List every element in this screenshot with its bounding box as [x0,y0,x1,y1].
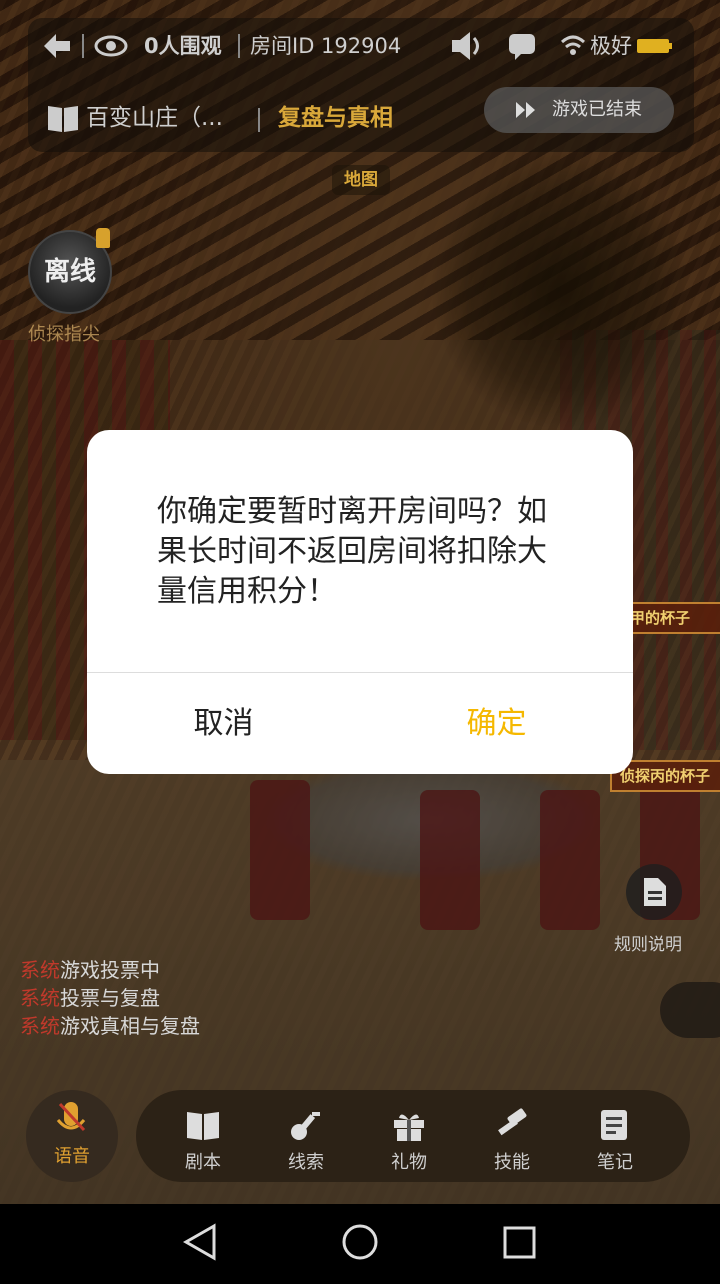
gift-icon [394,1114,424,1141]
game-status-label: 游戏已结束 [552,99,642,120]
toolbar-label: 剧本 [185,1152,221,1173]
log-line: 系统游戏投票中 [20,956,200,984]
battery-icon [636,18,674,95]
rules-button[interactable] [626,864,682,920]
toolbar-label: 技能 [494,1152,530,1173]
book-icon [46,88,80,171]
toolbar-script[interactable]: 剧本 [158,1090,248,1182]
hammer-icon [498,1108,527,1136]
book-icon [187,1112,219,1140]
dialog-message: 你确定要暂时离开房间吗？如果长时间不返回房间将扣除大量信用积分！ [157,494,547,609]
rules-label: 规则说明 [614,935,682,955]
microphone-icon [56,1102,86,1132]
document-icon [644,878,666,906]
divider [82,34,84,58]
log-message: 游戏真相与复盘 [60,1014,200,1038]
viewer-count: 0人围观 [144,34,222,58]
bottom-toolbar: 剧本 线索 礼物 技能 笔记 [136,1090,690,1182]
nav-home-icon[interactable] [342,1224,378,1260]
game-status-button[interactable]: 游戏已结束 [484,87,674,133]
nav-recents-icon[interactable] [503,1226,536,1259]
log-message: 游戏投票中 [60,958,160,982]
chat-bubble-icon[interactable] [506,18,538,95]
eye-icon [94,18,128,95]
toolbar-label: 礼物 [391,1152,427,1173]
map-button[interactable]: 地图 [332,165,390,195]
raise-hand-icon [96,228,110,248]
toolbar-skills[interactable]: 技能 [467,1090,557,1182]
toolbar-clues[interactable]: 线索 [261,1090,351,1182]
toolbar-gifts[interactable]: 礼物 [364,1090,454,1182]
log-message: 投票与复盘 [60,986,160,1010]
log-line: 系统游戏真相与复盘 [20,1012,200,1040]
voice-button[interactable]: 语音 [26,1090,118,1182]
divider [258,108,260,132]
voice-label: 语音 [54,1146,90,1167]
system-log: 系统游戏投票中 系统投票与复盘 系统游戏真相与复盘 [20,956,200,1040]
clue-tag-cup-a[interactable]: 甲的杯子 [620,602,720,634]
script-title[interactable]: 百变山庄（... [86,88,223,148]
room-id: 房间ID 192904 [250,34,402,58]
game-phase: 复盘与真相 [278,105,393,131]
wifi-icon [560,18,586,95]
divider [238,34,240,58]
cancel-button[interactable]: 取消 [87,673,360,774]
speaker-icon[interactable] [448,18,484,95]
log-source: 系统 [20,1014,60,1038]
side-panel-handle[interactable] [660,982,720,1038]
toolbar-label: 线索 [288,1152,324,1173]
player-name: 侦探指尖 [28,324,100,345]
back-icon[interactable] [40,18,72,95]
key-icon [291,1112,320,1140]
nav-back-icon[interactable] [182,1223,216,1261]
log-source: 系统 [20,958,60,982]
toolbar-label: 笔记 [597,1152,633,1173]
log-source: 系统 [20,986,60,1010]
leave-room-dialog: 你确定要暂时离开房间吗？如果长时间不返回房间将扣除大量信用积分！ 取消 确定 [87,430,633,774]
network-quality: 极好 [590,34,632,58]
toolbar-notes[interactable]: 笔记 [570,1090,660,1182]
confirm-button[interactable]: 确定 [360,673,633,774]
system-navigation-bar [0,1204,720,1280]
note-icon [601,1110,627,1140]
log-line: 系统投票与复盘 [20,984,200,1012]
offline-badge: 离线 [43,257,96,287]
